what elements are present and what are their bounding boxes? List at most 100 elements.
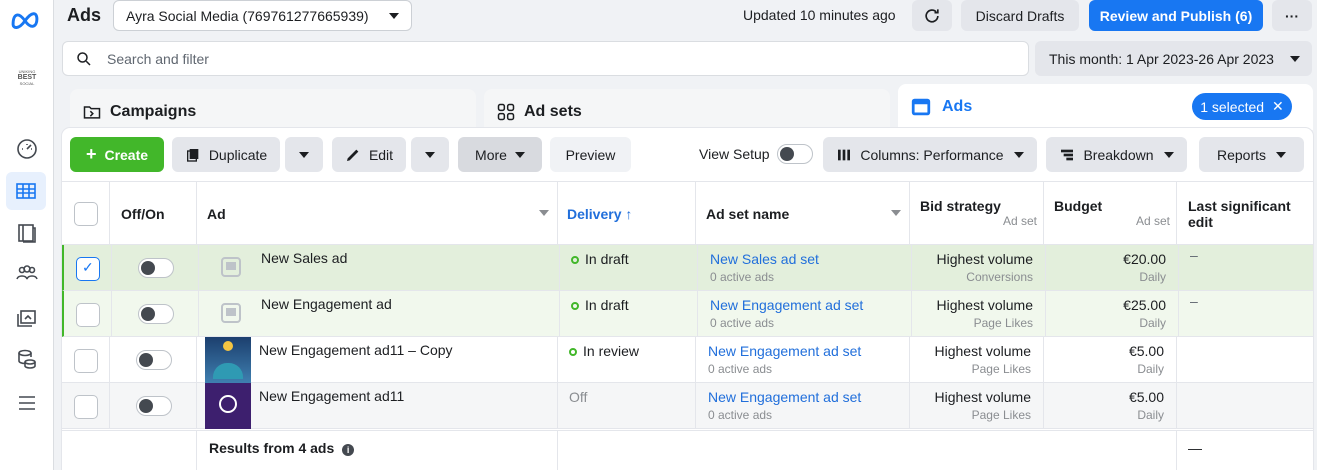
col-last-edit[interactable]: Last significant edit — [1177, 182, 1313, 244]
budget-cell: €20.00 Daily — [1046, 245, 1179, 290]
left-rail: UNIKING BEST SOCIAL — [0, 0, 54, 470]
duplicate-button[interactable]: Duplicate — [172, 137, 280, 172]
ad-name[interactable]: New Engagement ad11 — [259, 388, 404, 404]
bid-cell: Highest volume Conversions — [912, 245, 1046, 290]
row-checkbox[interactable] — [76, 303, 100, 327]
duplicate-dropdown[interactable] — [285, 137, 323, 172]
date-range-picker[interactable]: This month: 1 Apr 2023-26 Apr 2023 — [1035, 41, 1312, 76]
ad-cell[interactable]: New Engagement ad — [199, 291, 560, 336]
discard-drafts-button[interactable]: Discard Drafts — [961, 0, 1079, 31]
more-label: More — [475, 146, 507, 163]
ad-name[interactable]: New Sales ad — [261, 250, 347, 266]
ad-name[interactable]: New Engagement ad — [261, 296, 392, 312]
toggle-cell — [112, 291, 199, 336]
col-offon[interactable]: Off/On — [110, 182, 197, 244]
ad-on-off-toggle[interactable] — [136, 350, 172, 370]
view-setup-toggle[interactable] — [777, 144, 813, 164]
page-title: Ads — [67, 5, 102, 25]
ad-cell[interactable]: New Engagement ad11 – Copy — [197, 337, 558, 383]
chevron-down-icon — [1163, 151, 1174, 158]
business-logo-icon[interactable]: UNIKING BEST SOCIAL — [12, 62, 42, 92]
row-checkbox[interactable]: ✓ — [76, 257, 100, 281]
review-publish-button[interactable]: Review and Publish (6) — [1089, 0, 1263, 31]
edit-dropdown[interactable] — [411, 137, 449, 172]
refresh-icon — [925, 8, 939, 23]
status-dot-icon — [571, 302, 579, 310]
edit-button[interactable]: Edit — [332, 137, 406, 172]
ad-cell[interactable]: New Engagement ad11 — [197, 383, 558, 429]
ad-placeholder-icon — [221, 257, 241, 277]
ad-on-off-toggle[interactable] — [136, 396, 172, 416]
results-label: Results from 4 ads — [209, 440, 335, 456]
close-icon[interactable]: ✕ — [1272, 98, 1284, 115]
audiences-icon[interactable] — [12, 258, 42, 288]
select-cell — [62, 383, 110, 428]
table-row[interactable]: ✓ New Sales ad In draft New Sales ad set… — [62, 245, 1313, 291]
last-edit-cell: – — [1190, 247, 1198, 263]
folder-icon — [83, 106, 101, 119]
duplicate-icon — [186, 148, 199, 162]
media-library-icon[interactable] — [12, 302, 42, 332]
selected-count-badge[interactable]: 1 selected ✕ — [1192, 93, 1292, 120]
budget-type: Daily — [1139, 270, 1166, 284]
budget-cell: €25.00 Daily — [1046, 291, 1179, 336]
edit-label: Edit — [368, 146, 394, 163]
ad-on-off-toggle[interactable] — [138, 304, 174, 324]
adset-link[interactable]: New Sales ad set — [710, 251, 911, 267]
billing-icon[interactable] — [12, 344, 42, 374]
reports-button[interactable]: Reports — [1199, 137, 1304, 172]
ad-cell[interactable]: New Sales ad — [199, 245, 560, 290]
col-delivery[interactable]: Delivery ↑ — [558, 182, 696, 244]
sort-ascending-icon: ↑ — [621, 206, 633, 222]
toggle-cell — [112, 245, 199, 290]
preview-button[interactable]: Preview — [550, 137, 631, 172]
breakdown-button[interactable]: Breakdown — [1046, 137, 1187, 172]
create-label: Create — [104, 146, 149, 163]
chevron-down-icon — [299, 151, 309, 158]
create-button[interactable]: + Create — [70, 137, 164, 172]
pages-icon[interactable] — [12, 218, 42, 248]
ad-name[interactable]: New Engagement ad11 – Copy — [259, 342, 453, 358]
ad-on-off-toggle[interactable] — [138, 258, 174, 278]
menu-hamburger-icon[interactable] — [12, 388, 42, 418]
refresh-button[interactable] — [912, 0, 952, 31]
chevron-down-icon — [1276, 151, 1287, 158]
breakdown-label: Breakdown — [1083, 146, 1154, 163]
more-options-button[interactable]: ··· — [1272, 0, 1312, 31]
adset-link[interactable]: New Engagement ad set — [710, 297, 911, 313]
col-budget[interactable]: Budget Ad set — [1044, 182, 1177, 244]
bid-goal: Page Likes — [973, 316, 1033, 330]
row-checkbox[interactable] — [74, 349, 98, 373]
table-row[interactable]: New Engagement ad In draft New Engagemen… — [62, 291, 1313, 337]
status-dot-icon — [571, 256, 579, 264]
dashboard-gauge-icon[interactable] — [12, 134, 42, 164]
more-button[interactable]: More — [458, 137, 542, 172]
search-input[interactable]: Search and filter — [62, 41, 1029, 76]
budget-amount: €25.00 — [1123, 297, 1166, 313]
bid-goal: Page Likes — [971, 408, 1031, 422]
col-bid[interactable]: Bid strategy Ad set — [910, 182, 1044, 244]
col-adset[interactable]: Ad set name — [696, 182, 910, 244]
bid-cell: Highest volume Page Likes — [912, 291, 1046, 336]
bid-strategy: Highest volume — [934, 343, 1032, 359]
adset-link[interactable]: New Engagement ad set — [708, 389, 909, 405]
reports-label: Reports — [1216, 146, 1267, 163]
table-row[interactable]: New Engagement ad11 Off New Engagement a… — [62, 383, 1313, 429]
row-checkbox[interactable] — [74, 395, 98, 419]
footer-results: Results from 4 ads i — [197, 431, 558, 470]
info-icon[interactable]: i — [342, 444, 355, 456]
adset-active-count: 0 active ads — [710, 316, 775, 330]
select-all-checkbox[interactable] — [74, 202, 98, 226]
budget-type: Daily — [1139, 316, 1166, 330]
meta-logo-icon[interactable] — [10, 4, 40, 34]
delivery-cell: In review — [558, 337, 696, 382]
adset-link[interactable]: New Engagement ad set — [708, 343, 909, 359]
col-ad[interactable]: Ad — [197, 182, 558, 244]
ads-manager-table-icon[interactable] — [6, 172, 46, 210]
ad-placeholder-icon — [221, 303, 241, 323]
columns-button[interactable]: Columns: Performance — [823, 137, 1037, 172]
budget-amount: €5.00 — [1128, 389, 1164, 405]
table-row[interactable]: New Engagement ad11 – Copy In review New… — [62, 337, 1313, 383]
table-header: Off/On Ad Delivery ↑ Ad set name Bid str… — [62, 181, 1313, 245]
account-selector[interactable]: Ayra Social Media (769761277665939) — [113, 0, 412, 31]
